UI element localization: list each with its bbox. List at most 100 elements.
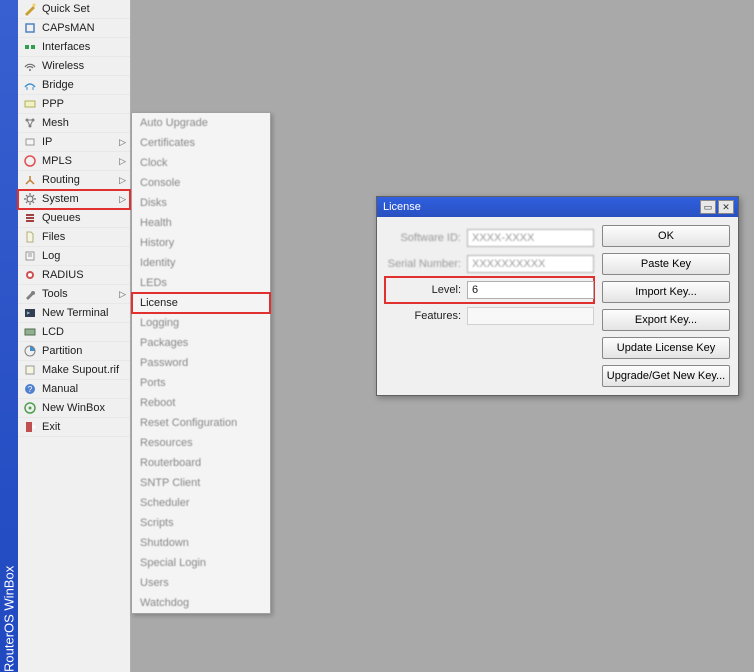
software-id-row: Software ID: XXXX-XXXX — [385, 225, 594, 251]
sidebar-item-label: Queues — [42, 212, 126, 224]
sidebar-item-label: Routing — [42, 174, 117, 186]
update-license-button[interactable]: Update License Key — [602, 337, 730, 359]
chevron-right-icon: ▷ — [119, 156, 126, 167]
sidebar-item-ppp[interactable]: PPP — [18, 95, 130, 114]
submenu-item-disks[interactable]: Disks — [132, 193, 270, 213]
bridge-icon — [22, 77, 38, 93]
partition-icon — [22, 343, 38, 359]
sidebar-item-exit[interactable]: Exit — [18, 418, 130, 437]
queues-icon — [22, 210, 38, 226]
dialog-titlebar[interactable]: License ▭ ✕ — [377, 197, 738, 217]
submenu-item-license[interactable]: License — [132, 293, 270, 313]
dialog-body: Software ID: XXXX-XXXX Serial Number: XX… — [377, 217, 738, 395]
submenu-item-scripts[interactable]: Scripts — [132, 513, 270, 533]
sidebar-item-label: PPP — [42, 98, 126, 110]
submenu-item-users[interactable]: Users — [132, 573, 270, 593]
log-icon — [22, 248, 38, 264]
sidebar-item-make-supout-rif[interactable]: Make Supout.rif — [18, 361, 130, 380]
submenu-item-logging[interactable]: Logging — [132, 313, 270, 333]
serial-label: Serial Number: — [385, 258, 467, 270]
wand-icon — [22, 1, 38, 17]
sidebar-item-partition[interactable]: Partition — [18, 342, 130, 361]
submenu-item-certificates[interactable]: Certificates — [132, 133, 270, 153]
sidebar-item-label: IP — [42, 136, 117, 148]
sidebar-item-mesh[interactable]: Mesh — [18, 114, 130, 133]
sidebar-item-label: Partition — [42, 345, 126, 357]
sidebar-item-routing[interactable]: Routing▷ — [18, 171, 130, 190]
supout-icon — [22, 362, 38, 378]
mesh-icon — [22, 115, 38, 131]
paste-key-button[interactable]: Paste Key — [602, 253, 730, 275]
dialog-fields: Software ID: XXXX-XXXX Serial Number: XX… — [385, 225, 594, 387]
export-key-button[interactable]: Export Key... — [602, 309, 730, 331]
submenu-item-ports[interactable]: Ports — [132, 373, 270, 393]
close-icon[interactable]: ✕ — [718, 200, 734, 214]
sidebar-item-label: New WinBox — [42, 402, 126, 414]
submenu-item-identity[interactable]: Identity — [132, 253, 270, 273]
software-id-label: Software ID: — [385, 232, 467, 244]
submenu-item-clock[interactable]: Clock — [132, 153, 270, 173]
submenu-item-health[interactable]: Health — [132, 213, 270, 233]
exit-icon — [22, 419, 38, 435]
submenu-item-reset-configuration[interactable]: Reset Configuration — [132, 413, 270, 433]
sidebar-item-radius[interactable]: RADIUS — [18, 266, 130, 285]
tools-icon — [22, 286, 38, 302]
submenu-item-sntp-client[interactable]: SNTP Client — [132, 473, 270, 493]
import-key-button[interactable]: Import Key... — [602, 281, 730, 303]
submenu-item-packages[interactable]: Packages — [132, 333, 270, 353]
sidebar-item-interfaces[interactable]: Interfaces — [18, 38, 130, 57]
submenu-item-reboot[interactable]: Reboot — [132, 393, 270, 413]
upgrade-key-button[interactable]: Upgrade/Get New Key... — [602, 365, 730, 387]
sidebar-item-capsman[interactable]: CAPsMAN — [18, 19, 130, 38]
sidebar-item-label: Exit — [42, 421, 126, 433]
terminal-icon — [22, 305, 38, 321]
submenu-item-shutdown[interactable]: Shutdown — [132, 533, 270, 553]
sidebar-item-queues[interactable]: Queues — [18, 209, 130, 228]
sidebar-item-label: MPLS — [42, 155, 117, 167]
sidebar-item-log[interactable]: Log — [18, 247, 130, 266]
winbox-icon — [22, 400, 38, 416]
sidebar-item-label: Tools — [42, 288, 117, 300]
chevron-right-icon: ▷ — [119, 175, 126, 186]
dialog-buttons: OK Paste Key Import Key... Export Key...… — [602, 225, 730, 387]
submenu-item-routerboard[interactable]: Routerboard — [132, 453, 270, 473]
submenu-item-console[interactable]: Console — [132, 173, 270, 193]
sidebar-item-label: Manual — [42, 383, 126, 395]
chevron-right-icon: ▷ — [119, 194, 126, 205]
app-title-text: RouterOS WinBox — [2, 566, 17, 672]
sidebar-item-label: New Terminal — [42, 307, 126, 319]
minimize-icon[interactable]: ▭ — [700, 200, 716, 214]
submenu-item-password[interactable]: Password — [132, 353, 270, 373]
mpls-icon — [22, 153, 38, 169]
submenu-item-leds[interactable]: LEDs — [132, 273, 270, 293]
sidebar-item-new-winbox[interactable]: New WinBox — [18, 399, 130, 418]
submenu-item-history[interactable]: History — [132, 233, 270, 253]
sidebar-item-lcd[interactable]: LCD — [18, 323, 130, 342]
sidebar-item-system[interactable]: System▷ — [18, 190, 130, 209]
level-value: 6 — [467, 281, 594, 299]
sidebar-item-tools[interactable]: Tools▷ — [18, 285, 130, 304]
submenu-item-special-login[interactable]: Special Login — [132, 553, 270, 573]
sidebar-item-bridge[interactable]: Bridge — [18, 76, 130, 95]
submenu-item-scheduler[interactable]: Scheduler — [132, 493, 270, 513]
serial-row: Serial Number: XXXXXXXXXX — [385, 251, 594, 277]
submenu-item-resources[interactable]: Resources — [132, 433, 270, 453]
sidebar-item-files[interactable]: Files — [18, 228, 130, 247]
sidebar-item-manual[interactable]: ? Manual — [18, 380, 130, 399]
sidebar-item-new-terminal[interactable]: New Terminal — [18, 304, 130, 323]
features-row: Features: — [385, 303, 594, 329]
submenu-item-auto-upgrade[interactable]: Auto Upgrade — [132, 113, 270, 133]
sidebar-item-ip[interactable]: IP▷ — [18, 133, 130, 152]
interfaces-icon — [22, 39, 38, 55]
lcd-icon — [22, 324, 38, 340]
sidebar-item-wireless[interactable]: Wireless — [18, 57, 130, 76]
sidebar-item-mpls[interactable]: MPLS▷ — [18, 152, 130, 171]
submenu-item-watchdog[interactable]: Watchdog — [132, 593, 270, 613]
sidebar-item-label: Files — [42, 231, 126, 243]
cap-icon — [22, 20, 38, 36]
level-row: Level: 6 — [385, 277, 594, 303]
routing-icon — [22, 172, 38, 188]
ok-button[interactable]: OK — [602, 225, 730, 247]
sidebar-item-quick-set[interactable]: Quick Set — [18, 0, 130, 19]
svg-text:?: ? — [28, 385, 33, 394]
